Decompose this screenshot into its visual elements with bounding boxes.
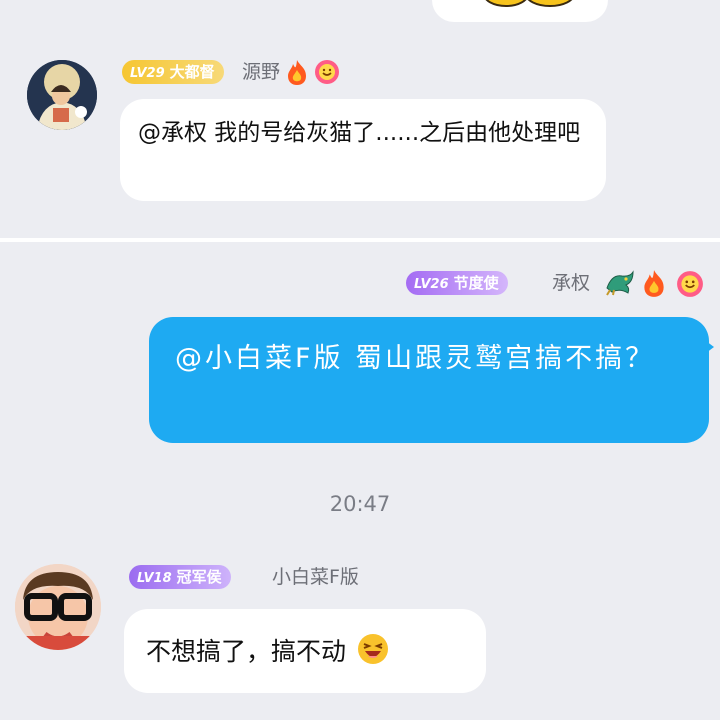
timestamp: 20:47 — [329, 492, 391, 516]
laughing-emoji-icon — [356, 632, 390, 666]
smile-flower-icon — [314, 59, 340, 85]
message-bubble[interactable]: 不想搞了，搞不动 — [124, 609, 486, 693]
duck-sticker[interactable] — [432, 0, 608, 22]
level-badge: LV18 冠军侯 — [129, 565, 231, 589]
message-text: @承权 我的号给灰猫了......之后由他处理吧 — [138, 120, 581, 146]
chat-panel-top: LV29 大都督 源野 @承权 我的号给灰猫了......之后由他处理吧 — [0, 0, 720, 238]
dragon-icon — [604, 268, 636, 296]
sender-name[interactable]: 小白菜F版 — [272, 564, 359, 590]
message-text: 不想搞了，搞不动 — [146, 637, 347, 666]
level-badge: LV26 节度使 — [406, 271, 508, 295]
message-bubble[interactable]: @承权 我的号给灰猫了......之后由他处理吧 — [120, 99, 606, 201]
chat-panel-bottom: LV26 节度使 承权 @小白菜F版 蜀山跟灵鹫宫搞不搞？ 20:47 LV18… — [0, 242, 720, 720]
fire-icon — [284, 58, 310, 86]
sender-name[interactable]: 源野 — [242, 59, 280, 85]
sender-name[interactable]: 承权 — [552, 270, 590, 296]
own-message-bubble[interactable]: @小白菜F版 蜀山跟灵鹫宫搞不搞？ — [149, 317, 709, 443]
avatar[interactable] — [15, 564, 101, 650]
fire-icon — [640, 268, 668, 298]
smile-flower-icon — [676, 270, 704, 298]
avatar[interactable] — [27, 60, 97, 130]
bubble-tail — [706, 341, 714, 353]
level-badge: LV29 大都督 — [122, 60, 224, 84]
message-text: @小白菜F版 蜀山跟灵鹫宫搞不搞？ — [175, 343, 656, 374]
